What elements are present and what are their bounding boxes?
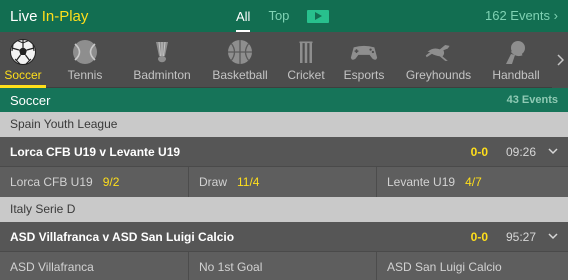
- all-events-link[interactable]: 162 Events ›: [485, 0, 558, 32]
- odds-row: Lorca CFB U19 9/2 Draw 11/4 Levante U19 …: [0, 167, 568, 197]
- odds-row: ASD Villafranca No 1st Goal ASD San Luig…: [0, 252, 568, 280]
- live-stream-button[interactable]: [307, 9, 330, 23]
- sport-tab-esports[interactable]: Esports: [332, 32, 396, 88]
- chevron-right-icon: [557, 54, 564, 66]
- sport-label: Greyhounds: [405, 68, 472, 82]
- chevron-right-icon: ›: [553, 8, 558, 23]
- sport-tab-handball[interactable]: Handball: [481, 32, 551, 88]
- sport-tab-cricket[interactable]: Cricket: [280, 32, 332, 88]
- chevron-down-icon[interactable]: [548, 232, 558, 240]
- sport-tab-badminton[interactable]: Badminton: [124, 32, 200, 88]
- league-header: Spain Youth League: [0, 112, 568, 137]
- page-title: Live In-Play: [10, 8, 88, 25]
- gamepad-icon: [349, 38, 379, 66]
- sport-tab-tennis[interactable]: Tennis: [46, 32, 124, 88]
- selection-name: Levante U19: [387, 175, 456, 189]
- sport-label: Esports: [343, 68, 385, 82]
- event-clock: 95:27: [505, 229, 536, 244]
- event-clock: 09:26: [505, 144, 536, 159]
- selection-name: ASD Villafranca: [10, 260, 94, 274]
- odds-button-away[interactable]: Levante U19 4/7: [377, 167, 568, 197]
- filter-tabs: All Top: [236, 0, 330, 32]
- selection-name: Draw: [199, 175, 228, 189]
- odds-button-home[interactable]: Lorca CFB U19 9/2: [0, 167, 189, 197]
- handball-icon: [501, 38, 531, 66]
- sport-label: Badminton: [133, 68, 191, 82]
- selection-price: 11/4: [237, 175, 260, 189]
- sport-label: Handball: [492, 68, 540, 82]
- sport-tab-greyhounds[interactable]: Greyhounds: [396, 32, 481, 88]
- event-row[interactable]: Lorca CFB U19 v Levante U19 0-0 09:26: [0, 137, 568, 167]
- chevron-down-icon[interactable]: [548, 147, 558, 155]
- league-header: Italy Serie D: [0, 197, 568, 222]
- sport-label: Soccer: [4, 68, 42, 82]
- sport-tab-basketball[interactable]: Basketball: [200, 32, 280, 88]
- tab-top[interactable]: Top: [268, 0, 289, 32]
- tennis-ball-icon: [70, 38, 100, 66]
- event-score: 0-0: [470, 144, 488, 159]
- event-row[interactable]: ASD Villafranca v ASD San Luigi Calcio 0…: [0, 222, 568, 252]
- sport-label: Cricket: [287, 68, 325, 82]
- odds-button-no-goal[interactable]: No 1st Goal: [189, 252, 377, 280]
- selection-price: 9/2: [102, 175, 120, 189]
- events-count-label: 162 Events: [484, 8, 551, 23]
- section-title: Soccer: [10, 92, 51, 108]
- sport-label: Basketball: [212, 68, 268, 82]
- top-bar: Live In-Play All Top 162 Events ›: [0, 0, 568, 32]
- title-prefix: Live: [10, 7, 42, 25]
- selection-price: 4/7: [465, 175, 482, 189]
- sport-tab-soccer[interactable]: Soccer: [0, 32, 46, 88]
- soccer-ball-icon: [8, 38, 38, 66]
- selection-name: ASD San Luigi Calcio: [387, 260, 502, 274]
- sport-section-header[interactable]: Soccer 43 Events: [0, 88, 568, 112]
- title-accent: In-Play: [41, 7, 89, 25]
- cricket-icon: [291, 38, 321, 66]
- sports-navigation: Soccer Tennis Badminton Basketball Crick…: [0, 32, 568, 88]
- odds-button-away[interactable]: ASD San Luigi Calcio: [377, 252, 568, 280]
- tab-all[interactable]: All: [236, 0, 251, 32]
- sport-label: Tennis: [67, 68, 103, 82]
- selection-name: No 1st Goal: [199, 260, 263, 274]
- basketball-icon: [225, 38, 255, 66]
- play-icon: [315, 12, 323, 20]
- event-title: ASD Villafranca v ASD San Luigi Calcio: [10, 229, 235, 244]
- odds-button-draw[interactable]: Draw 11/4: [189, 167, 377, 197]
- event-score: 0-0: [470, 229, 488, 244]
- greyhound-icon: [424, 38, 454, 66]
- shuttlecock-icon: [147, 38, 177, 66]
- section-event-count: 43 Events: [506, 94, 558, 106]
- selection-name: Lorca CFB U19: [10, 175, 93, 189]
- odds-button-home[interactable]: ASD Villafranca: [0, 252, 189, 280]
- sports-scroll-right-button[interactable]: [552, 32, 568, 88]
- event-title: Lorca CFB U19 v Levante U19: [10, 144, 181, 159]
